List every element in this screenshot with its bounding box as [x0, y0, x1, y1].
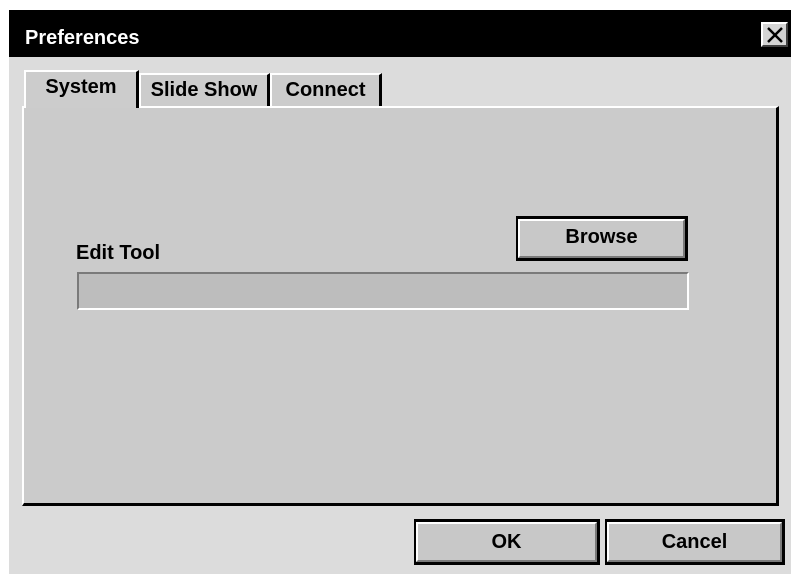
edit-tool-field[interactable]: [77, 272, 689, 310]
browse-button[interactable]: Browse: [516, 216, 688, 261]
tab-connect[interactable]: Connect: [270, 73, 382, 107]
tab-slide-show[interactable]: Slide Show: [139, 73, 270, 107]
tab-system[interactable]: System: [24, 70, 139, 108]
tab-slide-show-label: Slide Show: [150, 79, 258, 101]
ok-button[interactable]: OK: [414, 519, 600, 565]
ok-button-label: OK: [416, 522, 597, 562]
close-icon: [767, 27, 783, 43]
title-bar[interactable]: Preferences: [9, 10, 791, 57]
tab-connect-label: Connect: [285, 79, 366, 101]
preferences-dialog: Preferences System Slide Show Connect Ed…: [9, 10, 791, 574]
tab-system-label: System: [45, 76, 117, 98]
system-tab-panel: Edit Tool Browse: [22, 106, 779, 506]
close-button[interactable]: [761, 22, 788, 47]
cancel-button-label: Cancel: [607, 522, 782, 562]
edit-tool-label: Edit Tool: [76, 242, 161, 264]
browse-button-label: Browse: [518, 219, 685, 258]
cancel-button[interactable]: Cancel: [605, 519, 785, 565]
window-title: Preferences: [25, 27, 140, 49]
